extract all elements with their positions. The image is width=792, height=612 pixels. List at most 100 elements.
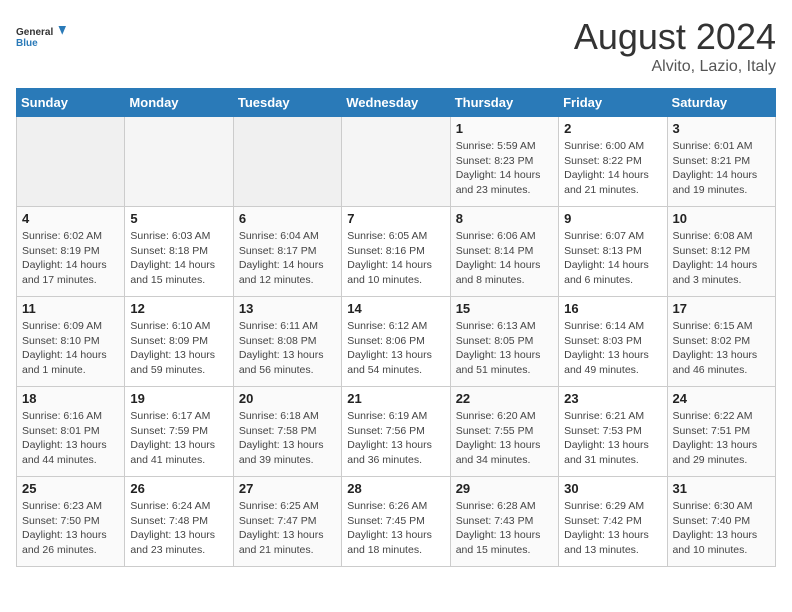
day-info: Sunrise: 6:21 AMSunset: 7:53 PMDaylight:…: [564, 409, 661, 468]
calendar-cell: 24Sunrise: 6:22 AMSunset: 7:51 PMDayligh…: [667, 387, 775, 477]
day-number: 29: [456, 481, 553, 496]
day-info: Sunrise: 6:24 AMSunset: 7:48 PMDaylight:…: [130, 499, 227, 558]
day-number: 3: [673, 121, 770, 136]
calendar-cell: 16Sunrise: 6:14 AMSunset: 8:03 PMDayligh…: [559, 297, 667, 387]
day-number: 2: [564, 121, 661, 136]
calendar-cell: [17, 117, 125, 207]
day-info: Sunrise: 6:28 AMSunset: 7:43 PMDaylight:…: [456, 499, 553, 558]
day-number: 30: [564, 481, 661, 496]
day-number: 5: [130, 211, 227, 226]
day-number: 4: [22, 211, 119, 226]
calendar-cell: [125, 117, 233, 207]
calendar-cell: 10 Sunrise: 6:08 AMSunset: 8:12 PMDayligh…: [667, 207, 775, 297]
day-info: Sunrise: 6:00 AMSunset: 8:22 PMDaylight:…: [564, 139, 661, 198]
day-number: 13: [239, 301, 336, 316]
calendar-cell: 1 Sunrise: 5:59 AMSunset: 8:23 PMDaylight…: [450, 117, 558, 207]
day-info: Sunrise: 6:23 AMSunset: 7:50 PMDaylight:…: [22, 499, 119, 558]
day-number: 21: [347, 391, 444, 406]
week-row-2: 4 Sunrise: 6:02 AMSunset: 8:19 PMDaylight…: [17, 207, 776, 297]
day-number: 20: [239, 391, 336, 406]
day-info: Sunrise: 6:09 AMSunset: 8:10 PMDaylight:…: [22, 319, 119, 378]
calendar-cell: 26 Sunrise: 6:24 AMSunset: 7:48 PMDayligh…: [125, 477, 233, 567]
day-info: Sunrise: 6:20 AMSunset: 7:55 PMDaylight:…: [456, 409, 553, 468]
calendar-cell: 22 Sunrise: 6:20 AMSunset: 7:55 PMDayligh…: [450, 387, 558, 477]
month-year-title: August 2024: [574, 16, 776, 58]
calendar-cell: 6 Sunrise: 6:04 AMSunset: 8:17 PMDaylight…: [233, 207, 341, 297]
day-info: Sunrise: 6:19 AMSunset: 7:56 PMDaylight:…: [347, 409, 444, 468]
day-number: 17: [673, 301, 770, 316]
day-info: Sunrise: 6:14 AMSunset: 8:03 PMDaylight:…: [564, 319, 661, 378]
day-info: Sunrise: 6:01 AMSunset: 8:21 PMDaylight:…: [673, 139, 770, 198]
day-header-tuesday: Tuesday: [233, 89, 341, 117]
calendar-cell: 8 Sunrise: 6:06 AMSunset: 8:14 PMDaylight…: [450, 207, 558, 297]
day-number: 9: [564, 211, 661, 226]
day-info: Sunrise: 5:59 AMSunset: 8:23 PMDaylight:…: [456, 139, 553, 198]
calendar-cell: 25 Sunrise: 6:23 AMSunset: 7:50 PMDayligh…: [17, 477, 125, 567]
header: General Blue August 2024 Alvito, Lazio, …: [16, 16, 776, 76]
calendar-cell: 9 Sunrise: 6:07 AMSunset: 8:13 PMDaylight…: [559, 207, 667, 297]
day-info: Sunrise: 6:18 AMSunset: 7:58 PMDaylight:…: [239, 409, 336, 468]
day-info: Sunrise: 6:07 AMSunset: 8:13 PMDaylight:…: [564, 229, 661, 288]
day-info: Sunrise: 6:06 AMSunset: 8:14 PMDaylight:…: [456, 229, 553, 288]
day-number: 19: [130, 391, 227, 406]
title-area: August 2024 Alvito, Lazio, Italy: [574, 16, 776, 76]
calendar-cell: 21 Sunrise: 6:19 AMSunset: 7:56 PMDayligh…: [342, 387, 450, 477]
logo: General Blue: [16, 16, 66, 56]
calendar-cell: 20 Sunrise: 6:18 AMSunset: 7:58 PMDayligh…: [233, 387, 341, 477]
day-header-friday: Friday: [559, 89, 667, 117]
calendar-cell: 29 Sunrise: 6:28 AMSunset: 7:43 PMDayligh…: [450, 477, 558, 567]
day-number: 22: [456, 391, 553, 406]
day-info: Sunrise: 6:30 AMSunset: 7:40 PMDaylight:…: [673, 499, 770, 558]
day-number: 26: [130, 481, 227, 496]
calendar-cell: 12 Sunrise: 6:10 AMSunset: 8:09 PMDayligh…: [125, 297, 233, 387]
svg-text:Blue: Blue: [16, 38, 38, 49]
day-header-saturday: Saturday: [667, 89, 775, 117]
day-number: 12: [130, 301, 227, 316]
calendar-cell: 15Sunrise: 6:13 AMSunset: 8:05 PMDayligh…: [450, 297, 558, 387]
day-number: 18: [22, 391, 119, 406]
calendar-cell: 27Sunrise: 6:25 AMSunset: 7:47 PMDayligh…: [233, 477, 341, 567]
location-subtitle: Alvito, Lazio, Italy: [574, 58, 776, 76]
calendar-cell: 2 Sunrise: 6:00 AMSunset: 8:22 PMDaylight…: [559, 117, 667, 207]
calendar-cell: 7 Sunrise: 6:05 AMSunset: 8:16 PMDaylight…: [342, 207, 450, 297]
svg-text:General: General: [16, 27, 53, 38]
day-number: 1: [456, 121, 553, 136]
day-number: 14: [347, 301, 444, 316]
day-info: Sunrise: 6:03 AMSunset: 8:18 PMDaylight:…: [130, 229, 227, 288]
day-info: Sunrise: 6:26 AMSunset: 7:45 PMDaylight:…: [347, 499, 444, 558]
day-info: Sunrise: 6:05 AMSunset: 8:16 PMDaylight:…: [347, 229, 444, 288]
week-row-4: 18 Sunrise: 6:16 AMSunset: 8:01 PMDayligh…: [17, 387, 776, 477]
day-number: 6: [239, 211, 336, 226]
calendar-cell: 18 Sunrise: 6:16 AMSunset: 8:01 PMDayligh…: [17, 387, 125, 477]
day-header-wednesday: Wednesday: [342, 89, 450, 117]
logo-svg: General Blue: [16, 16, 66, 56]
day-info: Sunrise: 6:12 AMSunset: 8:06 PMDaylight:…: [347, 319, 444, 378]
day-headers-row: SundayMondayTuesdayWednesdayThursdayFrid…: [17, 89, 776, 117]
calendar-cell: 5 Sunrise: 6:03 AMSunset: 8:18 PMDaylight…: [125, 207, 233, 297]
day-info: Sunrise: 6:16 AMSunset: 8:01 PMDaylight:…: [22, 409, 119, 468]
day-number: 23: [564, 391, 661, 406]
calendar-cell: 30 Sunrise: 6:29 AMSunset: 7:42 PMDayligh…: [559, 477, 667, 567]
calendar-cell: 3 Sunrise: 6:01 AMSunset: 8:21 PMDaylight…: [667, 117, 775, 207]
calendar-cell: 17Sunrise: 6:15 AMSunset: 8:02 PMDayligh…: [667, 297, 775, 387]
calendar-cell: [233, 117, 341, 207]
day-info: Sunrise: 6:04 AMSunset: 8:17 PMDaylight:…: [239, 229, 336, 288]
calendar-cell: 19Sunrise: 6:17 AMSunset: 7:59 PMDayligh…: [125, 387, 233, 477]
calendar-cell: 28 Sunrise: 6:26 AMSunset: 7:45 PMDayligh…: [342, 477, 450, 567]
calendar-table: SundayMondayTuesdayWednesdayThursdayFrid…: [16, 88, 776, 567]
day-header-sunday: Sunday: [17, 89, 125, 117]
day-info: Sunrise: 6:29 AMSunset: 7:42 PMDaylight:…: [564, 499, 661, 558]
day-number: 25: [22, 481, 119, 496]
day-number: 28: [347, 481, 444, 496]
day-number: 10: [673, 211, 770, 226]
day-number: 7: [347, 211, 444, 226]
day-number: 8: [456, 211, 553, 226]
calendar-cell: 23 Sunrise: 6:21 AMSunset: 7:53 PMDayligh…: [559, 387, 667, 477]
day-info: Sunrise: 6:08 AMSunset: 8:12 PMDaylight:…: [673, 229, 770, 288]
day-info: Sunrise: 6:02 AMSunset: 8:19 PMDaylight:…: [22, 229, 119, 288]
calendar-cell: 13Sunrise: 6:11 AMSunset: 8:08 PMDayligh…: [233, 297, 341, 387]
calendar-cell: 11Sunrise: 6:09 AMSunset: 8:10 PMDayligh…: [17, 297, 125, 387]
day-info: Sunrise: 6:10 AMSunset: 8:09 PMDaylight:…: [130, 319, 227, 378]
day-number: 24: [673, 391, 770, 406]
day-header-monday: Monday: [125, 89, 233, 117]
